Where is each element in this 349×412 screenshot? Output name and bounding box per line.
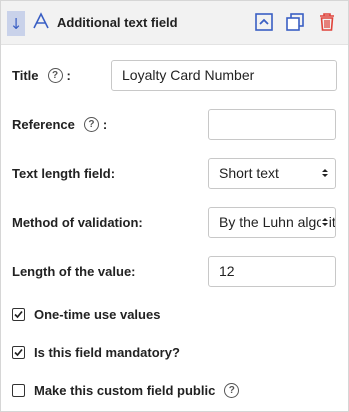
select-arrows-icon [321,216,329,228]
delete-icon[interactable] [317,12,337,32]
one-time-checkbox[interactable] [12,308,25,321]
one-time-option[interactable]: One-time use values [12,307,160,322]
collapse-icon[interactable] [254,12,274,32]
public-checkbox[interactable] [12,384,25,397]
mandatory-checkbox[interactable] [12,346,25,359]
panel-title: Additional text field [57,15,178,30]
help-icon[interactable]: ? [83,117,99,132]
check-icon [14,348,23,357]
arrow-down-icon[interactable]: ↓ [7,11,25,36]
reference-label-row: Reference ? : [12,117,107,132]
select-arrows-icon [322,169,328,177]
title-label: Title [12,68,39,83]
panel-header: ↓ Additional text field [1,1,348,45]
check-icon [14,310,23,319]
validation-select[interactable]: By the Luhn algorithm [208,207,336,238]
length-label: Length of the value: [12,264,136,279]
duplicate-icon[interactable] [285,12,305,32]
help-icon[interactable]: ? [224,383,240,398]
text-field-icon [33,12,49,29]
public-label: Make this custom field public [34,383,216,398]
text-length-value: Short text [219,165,279,181]
reference-input[interactable] [208,109,336,140]
reference-label: Reference [12,117,75,132]
public-option[interactable]: Make this custom field public ? [12,383,243,398]
one-time-label: One-time use values [34,307,161,322]
length-input[interactable]: 12 [208,256,336,287]
help-icon[interactable]: ? [47,68,63,83]
colon: : [66,68,71,83]
mandatory-option[interactable]: Is this field mandatory? [12,345,180,360]
custom-field-panel: ↓ Additional text field Title ? : Loyalt… [0,0,349,412]
text-length-label: Text length field: [12,166,116,181]
colon: : [102,117,108,132]
validation-value: By the Luhn algorithm [219,214,336,230]
mandatory-label: Is this field mandatory? [34,345,180,360]
title-input[interactable]: Loyalty Card Number [111,60,337,91]
title-label-row: Title ? : [12,68,71,83]
text-length-select[interactable]: Short text [208,158,336,189]
validation-label: Method of validation: [12,215,143,230]
